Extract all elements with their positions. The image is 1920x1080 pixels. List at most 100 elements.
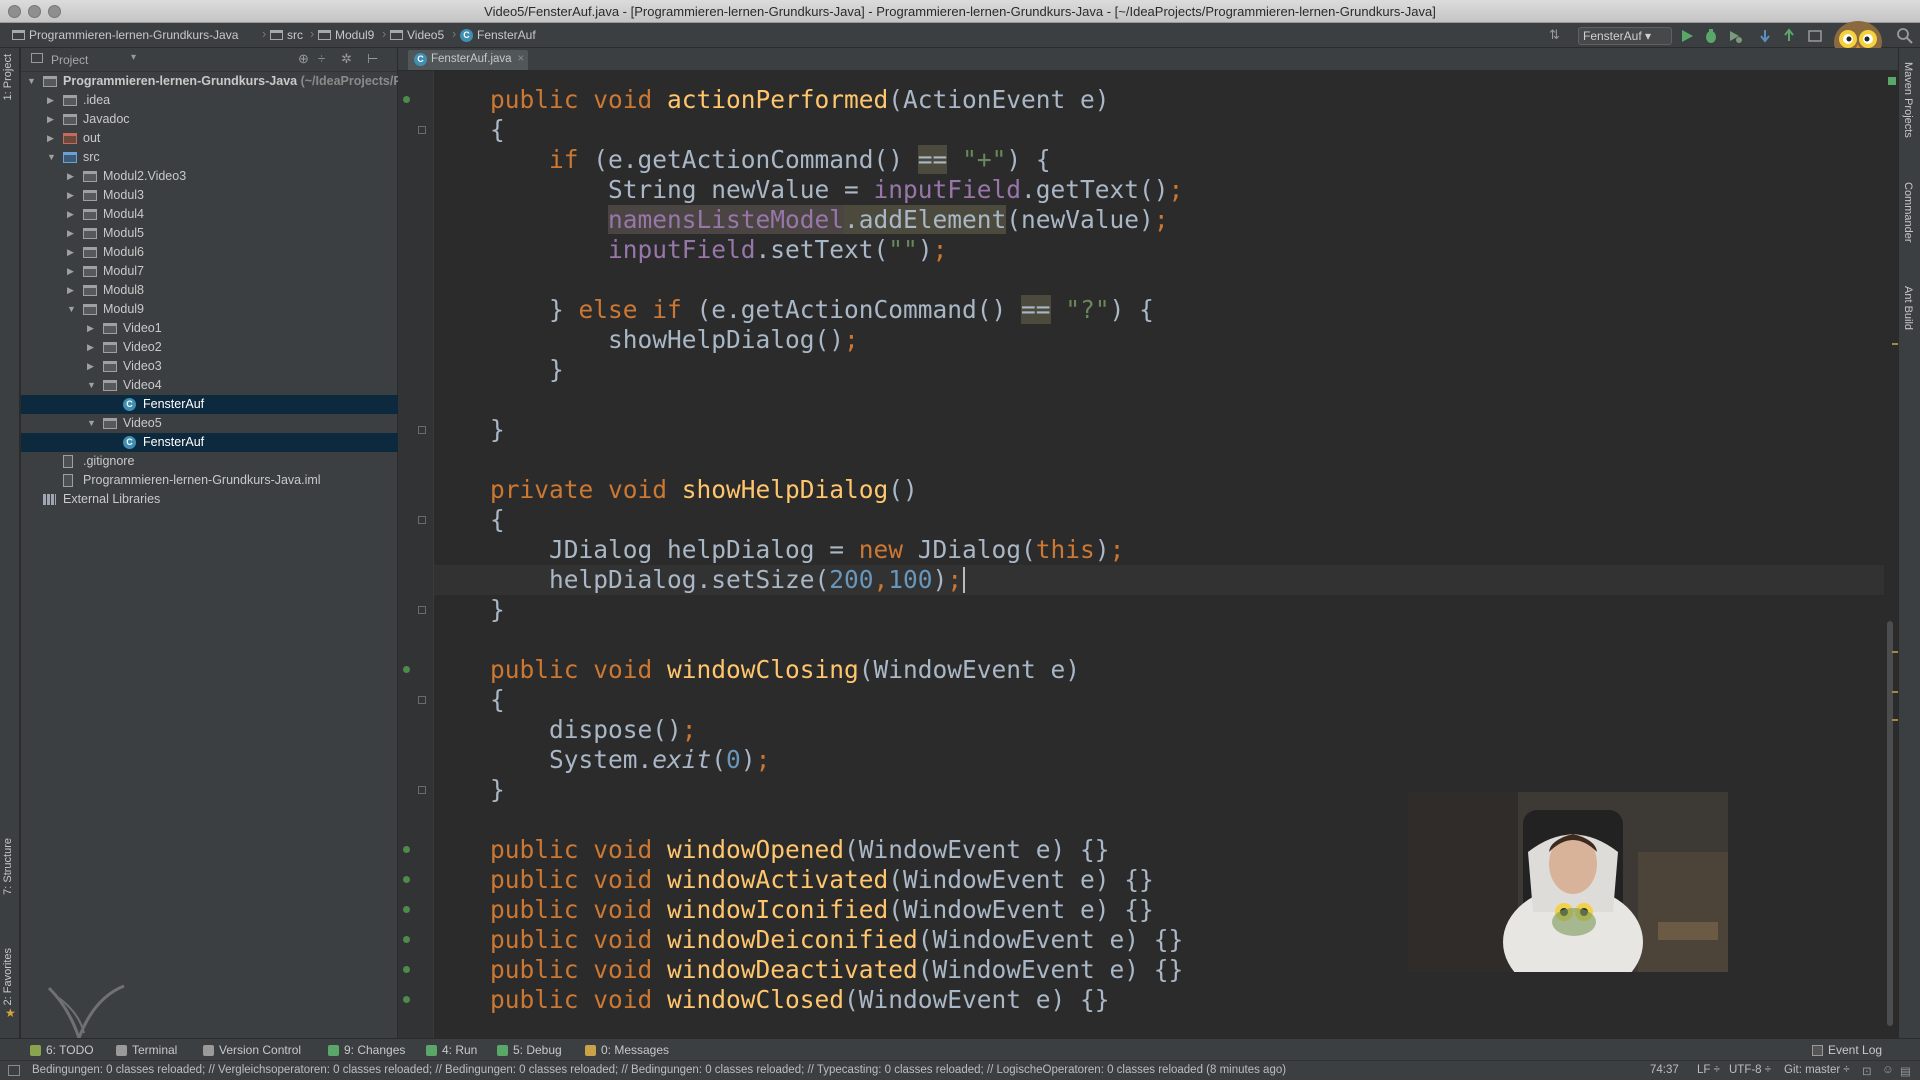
code-line[interactable]: { bbox=[490, 115, 505, 145]
breadcrumb-modul9[interactable]: Modul9 bbox=[318, 28, 374, 42]
tree-item[interactable]: ▶ Modul2.Video3 bbox=[21, 167, 398, 186]
collapse-arrow-icon[interactable]: ▶ bbox=[87, 319, 94, 338]
code-line[interactable]: if (e.getActionCommand() == "+") { bbox=[490, 145, 1051, 175]
implements-method-icon[interactable] bbox=[403, 876, 410, 883]
tree-item[interactable]: C FensterAuf bbox=[21, 395, 398, 414]
implements-method-icon[interactable] bbox=[403, 936, 410, 943]
implements-method-icon[interactable] bbox=[403, 666, 410, 673]
tree-item[interactable]: ▶ Modul5 bbox=[21, 224, 398, 243]
status-message[interactable]: Bedingungen: 0 classes reloaded; // Verg… bbox=[32, 1064, 1286, 1076]
tab-favorites[interactable]: 2: Favorites bbox=[2, 948, 14, 1005]
breadcrumb-video5[interactable]: Video5 bbox=[390, 28, 444, 42]
collapse-arrow-icon[interactable]: ▶ bbox=[67, 281, 74, 300]
collapse-arrow-icon[interactable]: ▶ bbox=[67, 243, 74, 262]
breadcrumb-class[interactable]: C FensterAuf bbox=[460, 28, 536, 42]
tree-item[interactable]: ▶ Video2 bbox=[21, 338, 398, 357]
code-line[interactable]: System.exit(0); bbox=[490, 745, 770, 775]
tree-item[interactable]: ▼ Video4 bbox=[21, 376, 398, 395]
editor-tab-fensterauf[interactable]: C FensterAuf.java × bbox=[408, 50, 528, 70]
expand-arrow-icon[interactable]: ▼ bbox=[47, 148, 56, 167]
tool-tab-messages[interactable]: 0: Messages bbox=[585, 1043, 669, 1057]
gear-icon[interactable]: ✲ bbox=[341, 51, 352, 67]
code-line[interactable]: public void windowClosing(WindowEvent e) bbox=[490, 655, 1080, 685]
tree-item[interactable]: ▼ Modul9 bbox=[21, 300, 398, 319]
scrollbar-thumb[interactable] bbox=[1887, 621, 1893, 1026]
code-line[interactable]: } bbox=[490, 415, 505, 445]
tree-item[interactable]: ▶ Modul7 bbox=[21, 262, 398, 281]
tree-item[interactable]: ▶ .idea bbox=[21, 91, 398, 110]
code-line[interactable]: JDialog helpDialog = new JDialog(this); bbox=[490, 535, 1124, 565]
tab-project[interactable]: 1: Project bbox=[2, 54, 14, 100]
editor-scrollbar[interactable] bbox=[1884, 71, 1898, 1038]
code-line[interactable]: helpDialog.setSize(200,100); bbox=[490, 565, 962, 595]
tab-ant-build[interactable]: Ant Build bbox=[1902, 286, 1914, 330]
code-line[interactable]: } bbox=[490, 595, 505, 625]
code-line[interactable]: inputField.setText(""); bbox=[490, 235, 947, 265]
tree-item[interactable]: ▶ Modul4 bbox=[21, 205, 398, 224]
vcs-update-icon[interactable] bbox=[1756, 27, 1774, 45]
chevron-down-icon[interactable]: ▾ bbox=[131, 52, 136, 63]
fold-marker-icon[interactable] bbox=[418, 606, 426, 614]
tool-windows-toggle-icon[interactable] bbox=[8, 1065, 20, 1076]
code-line[interactable]: dispose(); bbox=[490, 715, 697, 745]
code-line[interactable]: showHelpDialog(); bbox=[490, 325, 859, 355]
coverage-icon[interactable] bbox=[1726, 27, 1744, 45]
tree-item[interactable]: ▶ out bbox=[21, 129, 398, 148]
hide-panel-icon[interactable]: ⊢ bbox=[367, 51, 378, 67]
tree-item[interactable]: Programmieren-lernen-Grundkurs-Java.iml bbox=[21, 471, 398, 490]
implements-method-icon[interactable] bbox=[403, 906, 410, 913]
fold-marker-icon[interactable] bbox=[418, 786, 426, 794]
breadcrumb-project[interactable]: Programmieren-lernen-Grundkurs-Java bbox=[12, 28, 238, 42]
fold-marker-icon[interactable] bbox=[418, 126, 426, 134]
encoding-select[interactable]: UTF-8 ÷ bbox=[1729, 1064, 1771, 1076]
code-line[interactable]: public void windowOpened(WindowEvent e) … bbox=[490, 835, 1110, 865]
implements-method-icon[interactable] bbox=[403, 96, 410, 103]
tree-item[interactable]: ▼ Video5 bbox=[21, 414, 398, 433]
caret-position[interactable]: 74:37 bbox=[1650, 1064, 1679, 1076]
lock-icon[interactable]: ⊡ bbox=[1862, 1064, 1872, 1078]
implements-method-icon[interactable] bbox=[403, 996, 410, 1003]
collapse-arrow-icon[interactable]: ▶ bbox=[47, 129, 54, 148]
collapse-all-icon[interactable]: ÷ bbox=[318, 51, 325, 66]
search-icon[interactable] bbox=[1896, 27, 1914, 45]
tree-item[interactable]: ▼ src bbox=[21, 148, 398, 167]
collapse-arrow-icon[interactable]: ▶ bbox=[87, 338, 94, 357]
tree-item[interactable]: ▶ Modul8 bbox=[21, 281, 398, 300]
breadcrumb-src[interactable]: src bbox=[270, 28, 303, 42]
code-line[interactable]: } bbox=[490, 775, 505, 805]
tree-item[interactable]: ▶ Video1 bbox=[21, 319, 398, 338]
tool-tab-changes[interactable]: 9: Changes bbox=[328, 1043, 405, 1057]
code-line[interactable]: { bbox=[490, 685, 505, 715]
code-line[interactable]: public void windowDeactivated(WindowEven… bbox=[490, 955, 1183, 985]
code-line[interactable]: } bbox=[490, 355, 564, 385]
run-icon[interactable] bbox=[1678, 27, 1696, 45]
implements-method-icon[interactable] bbox=[403, 846, 410, 853]
implements-method-icon[interactable] bbox=[403, 966, 410, 973]
fold-marker-icon[interactable] bbox=[418, 516, 426, 524]
expand-arrow-icon[interactable]: ▼ bbox=[27, 72, 36, 91]
memory-icon[interactable]: ▤ bbox=[1900, 1064, 1911, 1078]
tree-item[interactable]: ▶ Javadoc bbox=[21, 110, 398, 129]
code-line[interactable]: public void windowIconified(WindowEvent … bbox=[490, 895, 1154, 925]
collapse-arrow-icon[interactable]: ▶ bbox=[67, 205, 74, 224]
tab-commander[interactable]: Commander bbox=[1902, 182, 1914, 243]
tool-tab-debug-tool[interactable]: 5: Debug bbox=[497, 1043, 562, 1057]
code-line[interactable]: public void actionPerformed(ActionEvent … bbox=[490, 85, 1110, 115]
expand-arrow-icon[interactable]: ▼ bbox=[87, 414, 96, 433]
close-icon[interactable]: × bbox=[518, 53, 525, 65]
tree-item[interactable]: ▶ Modul3 bbox=[21, 186, 398, 205]
code-line[interactable]: private void showHelpDialog() bbox=[490, 475, 918, 505]
code-line[interactable]: public void windowActivated(WindowEvent … bbox=[490, 865, 1154, 895]
run-configuration-select[interactable]: FensterAuf ▾ bbox=[1578, 27, 1672, 45]
collapse-arrow-icon[interactable]: ▶ bbox=[47, 110, 54, 129]
tree-item[interactable]: ▶ Modul6 bbox=[21, 243, 398, 262]
tab-maven-projects[interactable]: Maven Projects bbox=[1902, 62, 1914, 138]
vcs-commit-icon[interactable] bbox=[1780, 27, 1798, 45]
fold-marker-icon[interactable] bbox=[418, 426, 426, 434]
collapse-arrow-icon[interactable]: ▶ bbox=[67, 167, 74, 186]
tree-item[interactable]: .gitignore bbox=[21, 452, 398, 471]
code-line[interactable]: namensListeModel.addElement(newValue); bbox=[490, 205, 1169, 235]
code-line[interactable]: } else if (e.getActionCommand() == "?") … bbox=[490, 295, 1154, 325]
line-separator-select[interactable]: LF ÷ bbox=[1697, 1064, 1720, 1076]
fold-marker-icon[interactable] bbox=[418, 696, 426, 704]
